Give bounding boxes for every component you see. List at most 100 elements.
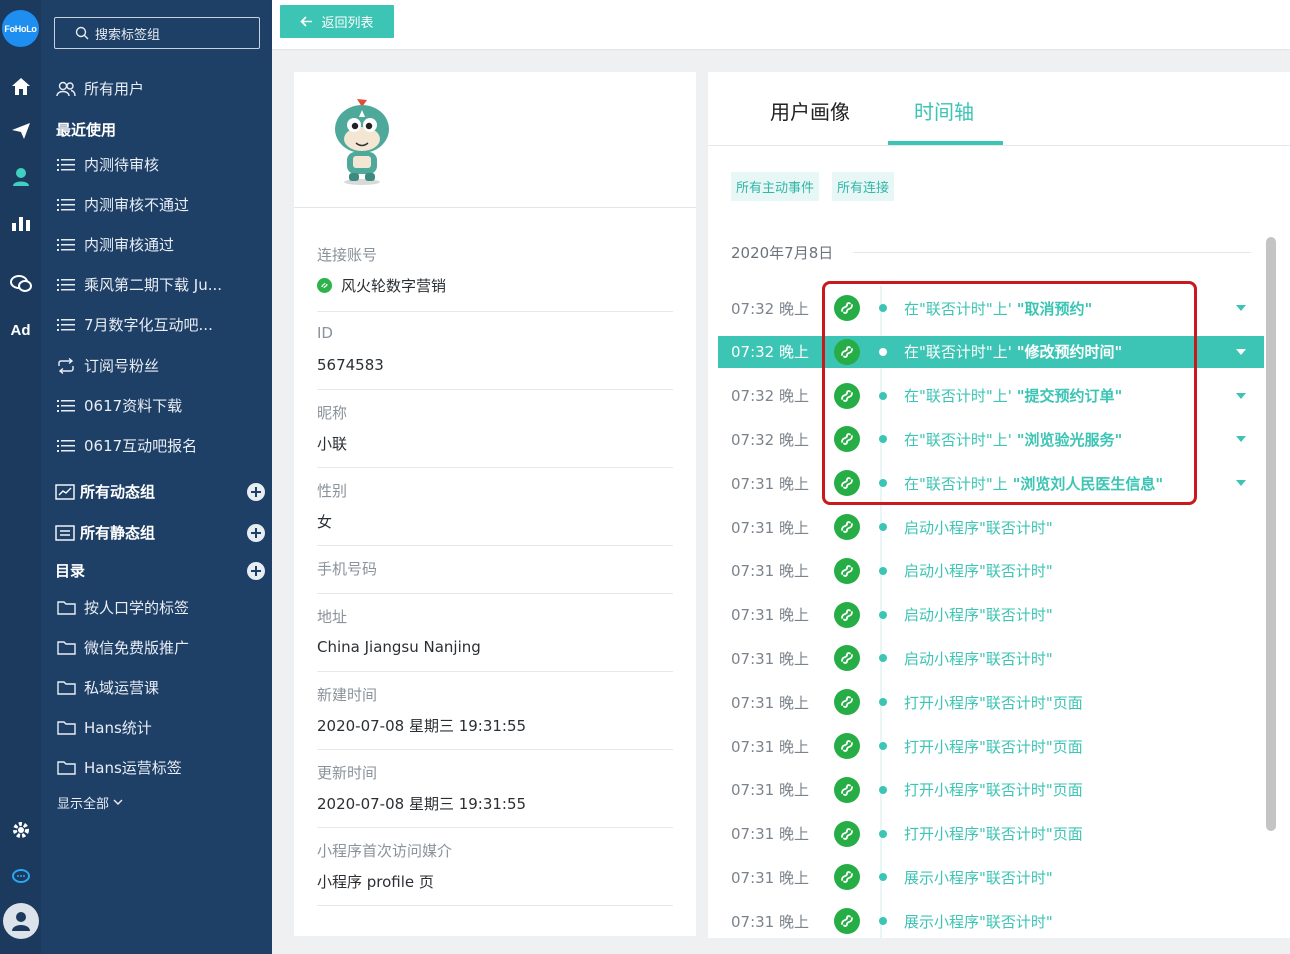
show-all-link[interactable]: 显示全部 <box>57 793 123 812</box>
expand-caret-icon[interactable] <box>1236 480 1246 487</box>
timeline-event-row[interactable]: 07:31 晚上 展示小程序"联否计时" <box>718 905 1264 937</box>
sidebar-folder-item[interactable]: Hans统计 <box>55 717 152 738</box>
timeline-event-row[interactable]: 07:31 晚上 启动小程序"联否计时" <box>718 599 1264 631</box>
event-prefix: 启动小程序"联否计时" <box>904 518 1053 537</box>
event-description: 启动小程序"联否计时" <box>904 604 1264 625</box>
tag-group-search-input[interactable]: 搜索标签组 <box>54 17 260 49</box>
timeline-dot <box>879 917 887 926</box>
timeline-dot <box>879 523 887 531</box>
event-time: 07:32 晚上 <box>731 299 809 318</box>
catalog-label: 目录 <box>55 562 86 580</box>
mini-program-icon <box>834 864 860 891</box>
timeline-event-row[interactable]: 07:31 晚上 启动小程序"联否计时" <box>718 511 1264 543</box>
field-value: 风火轮数字营销 <box>341 276 447 295</box>
timeline-event-row[interactable]: 07:32 晚上 在"联否计时"上' "提交预约订单" <box>718 380 1264 412</box>
search-placeholder: 搜索标签组 <box>95 27 161 43</box>
sidebar-recent-item[interactable]: 内测审核通过 <box>55 234 174 255</box>
list-icon <box>55 156 77 174</box>
timeline-dot <box>879 785 887 794</box>
timeline-event-row[interactable]: 07:31 晚上 打开小程序"联否计时"页面 <box>718 730 1264 762</box>
repeat-icon <box>55 357 77 375</box>
sidebar-folder-item[interactable]: Hans运营标签 <box>55 757 182 778</box>
search-icon <box>75 26 89 40</box>
sidebar-folder-item[interactable]: 微信免费版推广 <box>55 637 189 658</box>
send-icon[interactable] <box>0 118 41 144</box>
event-description: 启动小程序"联否计时" <box>904 648 1264 669</box>
app-logo[interactable]: FoHoLo <box>2 10 39 47</box>
timeline-dot <box>879 304 887 312</box>
top-bar: 返回列表 <box>272 0 1290 49</box>
event-action: "取消预约" <box>1016 299 1093 318</box>
sidebar-recent-item[interactable]: 0617资料下载 <box>55 395 182 416</box>
timeline-event-row[interactable]: 07:31 晚上 启动小程序"联否计时" <box>718 642 1264 674</box>
list-icon <box>55 316 77 334</box>
sidebar-folder-item[interactable]: 按人口学的标签 <box>55 597 189 618</box>
add-dynamic-group-button[interactable] <box>247 482 265 501</box>
field-label: 性别 <box>317 482 348 500</box>
list-icon <box>55 236 77 254</box>
field-label: 手机号码 <box>317 560 378 578</box>
back-to-list-button[interactable]: 返回列表 <box>280 5 394 38</box>
user-icon[interactable] <box>0 164 41 190</box>
field-value-row: 风火轮数字营销 <box>317 274 673 296</box>
timeline-event-row[interactable]: 07:31 晚上 在"联否计时"上 "浏览刘人民医生信息" <box>718 467 1264 499</box>
timeline-event-row[interactable]: 07:31 晚上 展示小程序"联否计时" <box>718 861 1264 893</box>
event-description: 在"联否计时"上' "浏览验光服务" <box>904 429 1236 450</box>
timeline-dot <box>879 391 887 400</box>
event-description: 在"联否计时"上' "修改预约时间" <box>904 341 1236 362</box>
sidebar-recent-item[interactable]: 订阅号粉丝 <box>55 355 159 376</box>
filter-all-active-events[interactable]: 所有主动事件 <box>731 172 820 201</box>
catalog-section[interactable]: 目录 <box>55 560 265 581</box>
expand-caret-icon[interactable] <box>1236 436 1246 443</box>
timeline-event-row[interactable]: 07:32 晚上 在"联否计时"上' "浏览验光服务" <box>718 423 1264 455</box>
home-icon[interactable] <box>0 73 41 99</box>
event-time: 07:31 晚上 <box>731 474 809 493</box>
event-prefix: 启动小程序"联否计时" <box>904 562 1053 581</box>
timeline-event-row[interactable]: 07:31 晚上 打开小程序"联否计时"页面 <box>718 686 1264 718</box>
timeline-event-row[interactable]: 07:31 晚上 打开小程序"联否计时"页面 <box>718 774 1264 806</box>
timeline-event-row[interactable]: 07:31 晚上 打开小程序"联否计时"页面 <box>718 818 1264 850</box>
add-folder-button[interactable] <box>247 561 265 580</box>
mini-program-icon <box>317 277 332 293</box>
chat-icon[interactable] <box>0 271 41 297</box>
message-icon[interactable] <box>0 864 41 890</box>
add-static-group-button[interactable] <box>247 523 265 542</box>
expand-caret-icon[interactable] <box>1236 392 1246 399</box>
sidebar-recent-item[interactable]: 7月数字化互动吧... <box>55 314 213 335</box>
field-gender: 性别 女 <box>317 480 673 546</box>
sidebar-recent-item[interactable]: 内测待审核 <box>55 154 159 175</box>
timeline-event-row[interactable]: 07:31 晚上 启动小程序"联否计时" <box>718 555 1264 587</box>
ad-icon[interactable]: Ad <box>0 317 41 343</box>
filter-all-connections[interactable]: 所有连接 <box>832 172 895 201</box>
tab-timeline[interactable]: 时间轴 <box>914 96 974 125</box>
expand-caret-icon[interactable] <box>1236 348 1246 355</box>
timeline-event-row[interactable]: 07:32 晚上 在"联否计时"上' "取消预约" <box>718 292 1264 324</box>
gear-icon[interactable] <box>0 817 41 843</box>
field-created-time: 新建时间 2020-07-08 星期三 19:31:55 <box>317 684 673 750</box>
bar-chart-icon[interactable] <box>0 210 41 236</box>
tab-user-portrait[interactable]: 用户画像 <box>770 96 850 125</box>
dynamic-groups-section[interactable]: 所有动态组 <box>55 481 265 502</box>
sidebar-item-label: 内测审核不通过 <box>84 196 190 214</box>
expand-caret-icon[interactable] <box>1236 305 1246 311</box>
sidebar-item-label: 微信免费版推广 <box>84 639 190 657</box>
sidebar-item-label: 内测待审核 <box>84 156 160 174</box>
event-prefix: 在"联否计时"上' <box>904 299 1012 318</box>
sidebar-recent-item[interactable]: 0617互动吧报名 <box>55 435 197 456</box>
timeline-dot <box>879 566 887 575</box>
arrow-left-icon <box>300 16 313 27</box>
timeline-event-row[interactable]: 07:32 晚上 在"联否计时"上' "修改预约时间" <box>718 335 1264 368</box>
event-time: 07:31 晚上 <box>731 606 809 625</box>
static-groups-section[interactable]: 所有静态组 <box>55 522 265 543</box>
sidebar-recent-item[interactable]: 乘风第二期下载 Ju... <box>55 274 222 295</box>
sidebar-folder-item[interactable]: 私域运营课 <box>55 677 159 698</box>
folder-icon <box>55 759 77 777</box>
user-profile-card: 连接账号 风火轮数字营销 ID 5674583 昵称 小联 性别 女 手机号码 … <box>294 72 696 936</box>
field-value: 5674583 <box>317 356 384 374</box>
account-avatar[interactable] <box>3 903 39 939</box>
sidebar-recent-item[interactable]: 内测审核不通过 <box>55 194 189 215</box>
timeline-scrollbar[interactable] <box>1266 237 1276 831</box>
sidebar-item-all-users[interactable]: 所有用户 <box>55 78 144 99</box>
mini-program-icon <box>834 382 860 409</box>
event-action: "浏览刘人民医生信息" <box>1012 474 1164 493</box>
